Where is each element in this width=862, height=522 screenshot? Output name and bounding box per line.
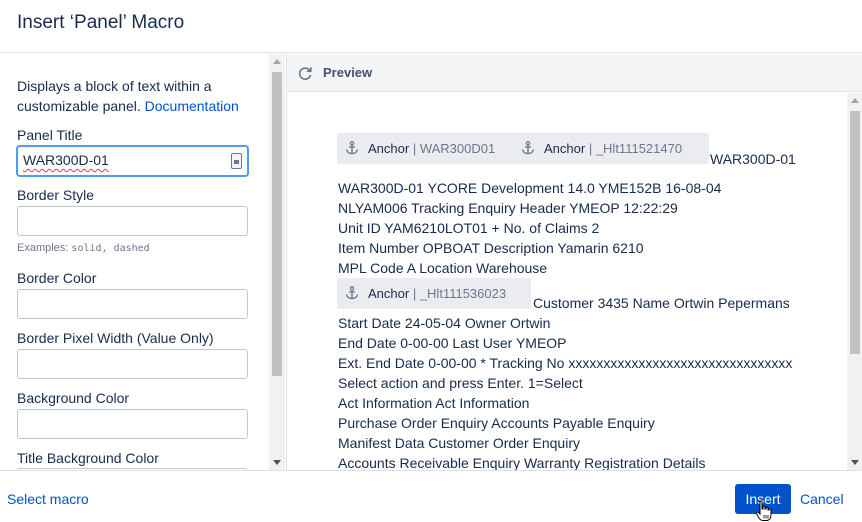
content-line: Item Number OPBOAT Description Yamarin 6… xyxy=(338,240,644,256)
content-line: Act Information Act Information xyxy=(338,395,530,411)
preview-bar: Preview xyxy=(287,54,862,92)
title-background-color-label: Title Background Color xyxy=(17,450,159,466)
content-line: Manifest Data Customer Order Enquiry xyxy=(338,435,580,451)
macro-parameters-panel[interactable]: Displays a block of text within a custom… xyxy=(0,54,285,470)
preview-scrollbar-thumb[interactable] xyxy=(850,111,860,354)
border-style-label: Border Style xyxy=(17,187,95,203)
anchor-icon xyxy=(521,141,535,155)
border-style-hint: Examples: solid, dashed xyxy=(17,242,150,254)
dialog-title: Insert ‘Panel’ Macro xyxy=(17,12,185,33)
anchor-macro: Anchor | WAR300D01 xyxy=(345,141,495,156)
dialog-footer: Select macro Insert Cancel xyxy=(0,470,862,521)
password-manager-icon[interactable] xyxy=(231,153,242,169)
documentation-link[interactable]: Documentation xyxy=(145,98,239,114)
panel-title-label: Panel Title xyxy=(17,127,83,143)
anchor-value: _Hlt111536023 xyxy=(419,286,507,301)
content-line: Select action and press Enter. 1=Select xyxy=(338,375,583,391)
preview-scrollbar[interactable] xyxy=(847,93,862,470)
anchor-macro: Anchor | _Hlt111536023 xyxy=(345,286,506,301)
scroll-up-arrow-icon[interactable] xyxy=(851,98,859,103)
left-scrollbar[interactable] xyxy=(269,54,285,470)
content-line: Start Date 24-05-04 Owner Ortwin xyxy=(338,315,551,331)
anchor-group: Anchor | WAR300D01 Anchor | _Hlt11152147… xyxy=(337,133,709,164)
scroll-down-arrow-icon[interactable] xyxy=(273,460,281,465)
anchor-group: Anchor | _Hlt111536023 xyxy=(337,278,531,309)
refresh-icon[interactable] xyxy=(297,65,313,81)
preview-content: Anchor | WAR300D01 Anchor | _Hlt11152147… xyxy=(287,93,847,470)
hint-examples: solid, dashed xyxy=(71,243,150,254)
select-macro-link[interactable]: Select macro xyxy=(7,491,89,507)
panel-title-value: WAR300D-01 xyxy=(23,152,109,168)
anchor-value: _Hlt111521470 xyxy=(595,141,683,156)
macro-description: Displays a block of text within a custom… xyxy=(17,76,257,116)
content-line: Accounts Receivable Enquiry Warranty Reg… xyxy=(338,455,706,470)
scroll-down-arrow-icon[interactable] xyxy=(851,460,859,465)
anchor-name: Anchor xyxy=(368,286,410,301)
border-color-input[interactable] xyxy=(17,289,248,319)
content-line: WAR300D-01 YCORE Development 14.0 YME152… xyxy=(338,180,722,196)
anchor-value: WAR300D01 xyxy=(419,141,496,156)
anchor-name: Anchor xyxy=(544,141,586,156)
hand-cursor-icon xyxy=(755,500,772,521)
hint-prefix: Examples: xyxy=(17,242,69,254)
preview-area: Preview Anchor | WAR300D01 Anchor | _Hlt… xyxy=(286,54,862,470)
panel-title-input[interactable]: WAR300D-01 xyxy=(17,146,248,176)
content-line: MPL Code A Location Warehouse xyxy=(338,260,548,276)
anchor-name: Anchor xyxy=(368,141,410,156)
dialog-header: Insert ‘Panel’ Macro xyxy=(0,0,862,53)
panel-title-text: WAR300D-01 xyxy=(710,151,796,167)
content-line: NLYAM006 Tracking Enquiry Header YMEOP 1… xyxy=(338,200,678,216)
content-line: Purchase Order Enquiry Accounts Payable … xyxy=(338,415,655,431)
anchor-macro: Anchor | _Hlt111521470 xyxy=(521,141,682,156)
cancel-button[interactable]: Cancel xyxy=(800,491,844,507)
scroll-up-arrow-icon[interactable] xyxy=(273,59,281,64)
content-line: Ext. End Date 0-00-00 * Tracking No xxxx… xyxy=(338,355,793,371)
background-color-input[interactable] xyxy=(17,409,248,439)
content-line: End Date 0-00-00 Last User YMEOP xyxy=(338,335,567,351)
background-color-label: Background Color xyxy=(17,390,130,406)
border-color-label: Border Color xyxy=(17,270,97,286)
border-width-input[interactable] xyxy=(17,349,248,379)
border-style-input[interactable] xyxy=(17,206,248,236)
content-line: Unit ID YAM6210LOT01 + No. of Claims 2 xyxy=(338,220,600,236)
anchor-icon xyxy=(345,141,359,155)
border-width-label: Border Pixel Width (Value Only) xyxy=(17,330,214,346)
anchor-icon xyxy=(345,286,359,300)
customer-line: Customer 3435 Name Ortwin Pepermans xyxy=(533,295,790,311)
left-scrollbar-thumb[interactable] xyxy=(272,72,282,376)
preview-label: Preview xyxy=(323,65,373,80)
